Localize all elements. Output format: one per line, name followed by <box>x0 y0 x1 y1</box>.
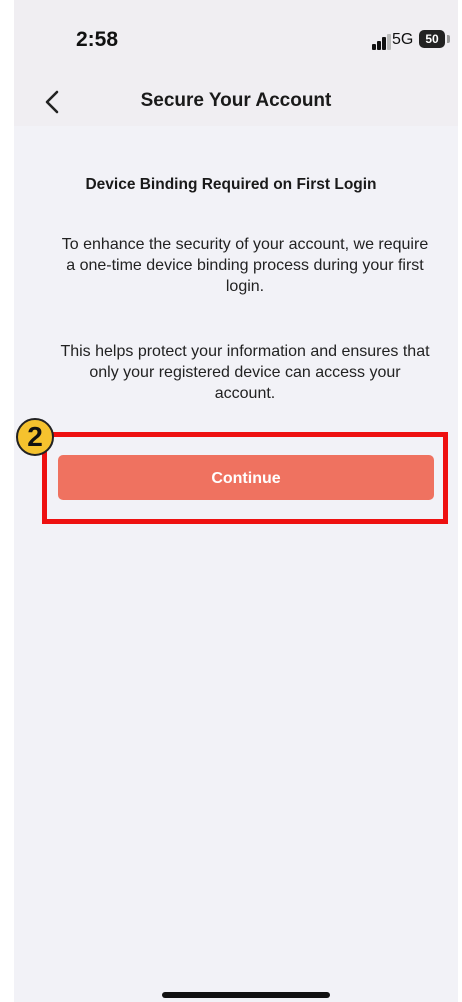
step-number-badge: 2 <box>16 418 54 456</box>
home-indicator <box>162 992 330 998</box>
signal-icon <box>372 34 394 50</box>
battery-tip <box>447 35 450 43</box>
status-time: 2:58 <box>76 28 119 51</box>
section-heading: Device Binding Required on First Login <box>85 176 377 193</box>
page-title: Secure Your Account <box>140 90 332 111</box>
description-paragraph-2: This helps protect your information and … <box>60 343 430 402</box>
highlight-box <box>42 432 448 524</box>
navigation-bar: Secure Your Account <box>14 78 458 126</box>
network-type: 5G <box>392 31 414 48</box>
description-paragraph-1: To enhance the security of your account,… <box>61 236 429 295</box>
battery-icon: 50 <box>419 30 445 48</box>
